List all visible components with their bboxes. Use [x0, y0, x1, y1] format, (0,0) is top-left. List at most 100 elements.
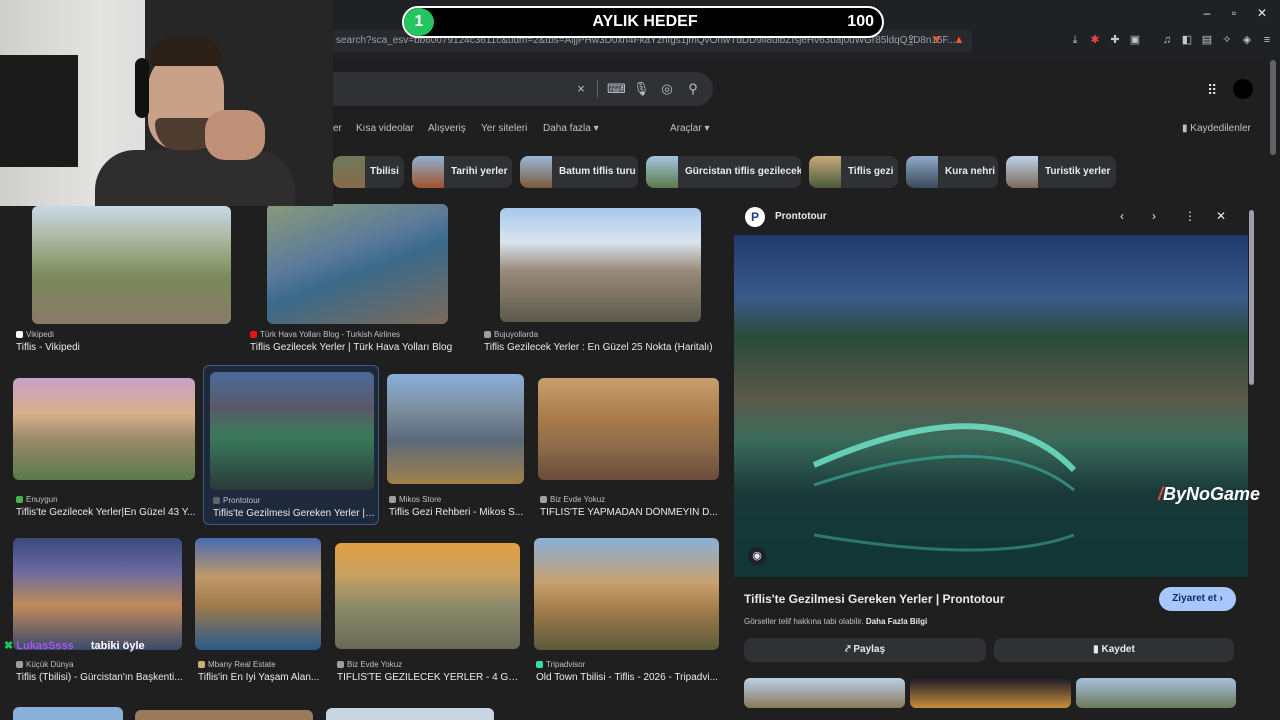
- clear-icon[interactable]: ×: [573, 81, 589, 97]
- result-title[interactable]: Tiflis'te Gezilecek Yerler|En Güzel 43 Y…: [16, 507, 196, 518]
- result-source[interactable]: Mikos Store: [389, 495, 441, 504]
- avatar[interactable]: [1233, 79, 1253, 99]
- more-info-link[interactable]: Daha Fazla Bilgi: [866, 617, 927, 626]
- close-icon[interactable]: ✕: [1216, 209, 1226, 223]
- brave-rewards-icon[interactable]: ▲: [952, 33, 966, 47]
- result-card[interactable]: Tripadvisor Old Town Tbilisi - Tiflis - …: [534, 538, 719, 688]
- result-image[interactable]: [210, 372, 374, 490]
- media-icon[interactable]: ♫: [1160, 33, 1174, 47]
- result-title[interactable]: Tiflis Gezilecek Yerler : En Güzel 25 No…: [484, 342, 718, 353]
- download-icon[interactable]: ⤓: [1068, 33, 1082, 47]
- chip-tiflis-trip[interactable]: Tiflis gezi: [809, 156, 898, 188]
- chip-georgia-tiflis[interactable]: Gürcistan tiflis gezilecek: [646, 156, 801, 188]
- result-card[interactable]: Küçük Dünya Tiflis (Tbilisi) - Gürcistan…: [13, 538, 183, 688]
- result-card[interactable]: Vikipedi Tiflis - Vikipedi: [16, 206, 234, 356]
- result-source[interactable]: Biz Evde Yokuz: [540, 495, 605, 504]
- result-image[interactable]: [267, 204, 448, 324]
- tab-web-sites[interactable]: Yer siteleri: [481, 123, 527, 134]
- result-image[interactable]: [534, 538, 719, 650]
- result-source[interactable]: Türk Hava Yolları Blog - Turkish Airline…: [250, 330, 400, 339]
- lens-icon[interactable]: ◎: [659, 81, 675, 97]
- result-card[interactable]: Mbany Real Estate Tiflis'in En İyi Yaşam…: [195, 538, 322, 688]
- save-button[interactable]: ▮ Kaydet: [994, 638, 1234, 662]
- result-image[interactable]: [13, 538, 182, 650]
- result-card[interactable]: Enuygun Tiflis'te Gezilecek Yerler|En Gü…: [13, 378, 195, 520]
- result-card[interactable]: Türk Hava Yolları Blog - Turkish Airline…: [250, 204, 470, 356]
- result-source[interactable]: Vikipedi: [16, 330, 54, 339]
- share-icon[interactable]: ⇪: [904, 33, 918, 47]
- search-icon[interactable]: ⚲: [685, 81, 701, 97]
- lens-icon[interactable]: ◉: [748, 547, 766, 565]
- panel-main-image[interactable]: ◉: [734, 235, 1248, 577]
- result-image[interactable]: [538, 378, 719, 480]
- share-button[interactable]: ⤤ Paylaş: [744, 638, 986, 662]
- visit-button[interactable]: Ziyaret et ›: [1159, 587, 1236, 611]
- result-source[interactable]: Biz Evde Yokuz: [337, 660, 402, 669]
- result-title[interactable]: Tiflis'te Gezilmesi Gereken Yerler | ...: [213, 508, 375, 519]
- result-image[interactable]: [500, 208, 701, 322]
- chip-batumi-tour[interactable]: Batum tiflis turu: [520, 156, 638, 188]
- wallet-icon[interactable]: ▤: [1200, 33, 1214, 47]
- next-icon[interactable]: ›: [1152, 209, 1156, 223]
- result-source[interactable]: Tripadvisor: [536, 660, 585, 669]
- search-input[interactable]: × ⌨ 🎙 ◎ ⚲: [333, 72, 713, 106]
- panel-source[interactable]: Prontotour: [775, 211, 827, 222]
- result-card[interactable]: Biz Evde Yokuz TİFLİS'TE YAPMADAN DÖNMEY…: [538, 378, 719, 520]
- chip-tourist-places[interactable]: Turistik yerler: [1006, 156, 1116, 188]
- result-card[interactable]: Mikos Store Tiflis Gezi Rehberi - Mikos …: [387, 374, 524, 520]
- result-image[interactable]: [135, 710, 313, 720]
- result-source[interactable]: Bujuyollarda: [484, 330, 538, 339]
- result-source[interactable]: Mbany Real Estate: [198, 660, 276, 669]
- minimize-icon[interactable]: –: [1197, 6, 1217, 20]
- result-title[interactable]: Tiflis Gezilecek Yerler | Türk Hava Yoll…: [250, 342, 470, 353]
- chip-historic-places[interactable]: Tarihi yerler: [412, 156, 512, 188]
- screenshot-icon[interactable]: ▣: [1128, 33, 1142, 47]
- more-vert-icon[interactable]: ⋮: [1184, 209, 1196, 223]
- result-image[interactable]: [195, 538, 321, 650]
- leo-icon[interactable]: ✧: [1220, 33, 1234, 47]
- menu-icon[interactable]: ≡: [1260, 33, 1274, 47]
- vpn-icon[interactable]: ◈: [1240, 33, 1254, 47]
- keyboard-icon[interactable]: ⌨: [607, 81, 626, 97]
- tab-tools[interactable]: Araçlar ▾: [670, 123, 710, 134]
- result-card[interactable]: Biz Evde Yokuz TİFLİS'TE GEZİLECEK YERLE…: [335, 543, 520, 688]
- result-title[interactable]: Old Town Tbilisi - Tiflis - 2026 - Tripa…: [536, 672, 719, 683]
- result-source[interactable]: Prontotour: [213, 496, 260, 505]
- puzzle-icon[interactable]: ✚: [1108, 33, 1122, 47]
- page-scrollbar[interactable]: [1270, 60, 1276, 155]
- prev-icon[interactable]: ‹: [1120, 209, 1124, 223]
- tab-short-videos[interactable]: Kısa videolar: [356, 123, 414, 134]
- tab-truncated[interactable]: er: [333, 123, 342, 134]
- result-title[interactable]: Tiflis'in En İyi Yaşam Alan...: [198, 672, 320, 683]
- result-image[interactable]: [335, 543, 520, 649]
- extension-icon[interactable]: ✱: [1088, 33, 1102, 47]
- sidebar-icon[interactable]: ◧: [1180, 33, 1194, 47]
- related-image[interactable]: [1076, 678, 1236, 708]
- close-window-icon[interactable]: ✕: [1252, 6, 1272, 20]
- result-image[interactable]: [32, 206, 231, 324]
- result-title[interactable]: Tiflis Gezi Rehberi - Mikos S...: [389, 507, 524, 518]
- result-source[interactable]: Küçük Dünya: [16, 660, 74, 669]
- result-card[interactable]: Bujuyollarda Tiflis Gezilecek Yerler : E…: [484, 208, 718, 356]
- apps-icon[interactable]: ⠿: [1207, 82, 1217, 99]
- tab-more[interactable]: Daha fazla ▾: [543, 123, 599, 134]
- chip-kura-river[interactable]: Kura nehri: [906, 156, 998, 188]
- result-title[interactable]: Tiflis - Vikipedi: [16, 342, 234, 353]
- related-image[interactable]: [910, 678, 1071, 708]
- result-image[interactable]: [13, 707, 123, 720]
- brave-shield-icon[interactable]: ▼: [930, 33, 944, 47]
- tab-shopping[interactable]: Alışveriş: [428, 123, 466, 134]
- result-title[interactable]: TİFLİS'TE YAPMADAN DÖNMEYİN D...: [540, 507, 719, 518]
- result-source[interactable]: Enuygun: [16, 495, 58, 504]
- result-image[interactable]: [13, 378, 195, 480]
- result-title[interactable]: TİFLİS'TE GEZİLECEK YERLER - 4 GÜ...: [337, 672, 520, 683]
- result-card-selected[interactable]: Prontotour Tiflis'te Gezilmesi Gereken Y…: [203, 365, 379, 525]
- chip-tbilisi[interactable]: Tbilisi: [333, 156, 404, 188]
- panel-title[interactable]: Tiflis'te Gezilmesi Gereken Yerler | Pro…: [744, 592, 1005, 606]
- related-image[interactable]: [744, 678, 905, 708]
- maximize-icon[interactable]: ▫: [1224, 6, 1244, 20]
- saved-button[interactable]: ▮ Kaydedilenler: [1182, 123, 1251, 134]
- result-title[interactable]: Tiflis (Tbilisi) - Gürcistan'ın Başkenti…: [16, 672, 183, 683]
- result-image[interactable]: [387, 374, 524, 484]
- microphone-icon[interactable]: 🎙: [633, 81, 650, 97]
